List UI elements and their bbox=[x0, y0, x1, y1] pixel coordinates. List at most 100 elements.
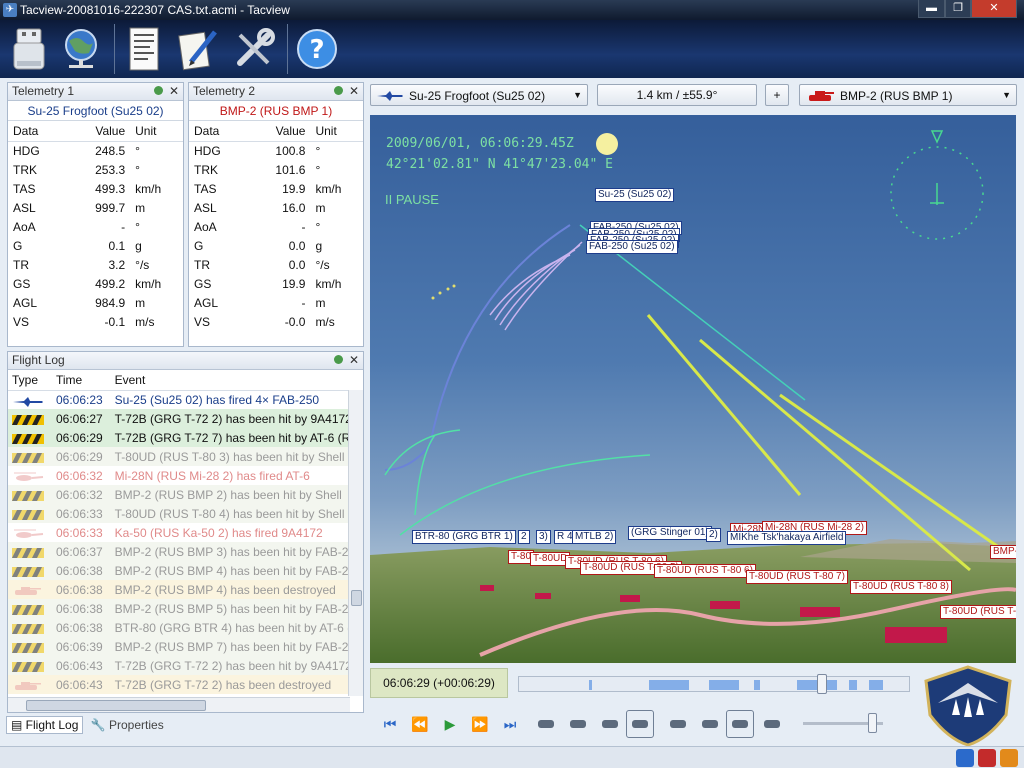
tray-icon[interactable] bbox=[956, 749, 974, 767]
log-row[interactable]: 06:06:32 BMP-2 (RUS BMP 2) has been hit b… bbox=[8, 485, 363, 504]
log-row[interactable]: 06:06:37 BMP-2 (RUS BMP 3) has been hit b… bbox=[8, 542, 363, 561]
log-row[interactable]: 06:06:29 T-72B (GRG T-72 7) has been hit … bbox=[8, 428, 363, 447]
log-row[interactable]: 06:06:39 BMP-2 (RUS BMP 7) has been hit b… bbox=[8, 637, 363, 656]
object-label[interactable]: BMP- bbox=[990, 545, 1016, 559]
object-2-dropdown[interactable]: BMP-2 (RUS BMP 1) ▼ bbox=[799, 84, 1017, 106]
aircraft-filter-icon[interactable] bbox=[726, 710, 754, 738]
telemetry-value: - bbox=[301, 295, 306, 310]
tab-flight-log[interactable]: ▤ Flight Log bbox=[6, 716, 84, 734]
skip-end-icon[interactable]: ⏭ bbox=[496, 710, 524, 738]
column-header[interactable]: Value bbox=[61, 121, 131, 142]
telemetry-row: G 0.1 g bbox=[8, 236, 183, 255]
pin-icon[interactable] bbox=[334, 86, 343, 95]
column-header[interactable]: Data bbox=[8, 121, 62, 142]
close-icon[interactable]: ✕ bbox=[169, 83, 179, 100]
telemetry-value: -0.0 bbox=[284, 314, 306, 329]
log-time: 06:06:29 bbox=[55, 449, 103, 464]
chevron-down-icon: ▼ bbox=[573, 90, 582, 100]
object-label[interactable]: MTLB 2) bbox=[572, 530, 617, 544]
column-header[interactable]: Type bbox=[8, 370, 52, 391]
tank-filter-icon[interactable] bbox=[758, 710, 786, 738]
play-icon[interactable]: ▶ bbox=[436, 710, 464, 738]
object-label[interactable]: 2 bbox=[518, 530, 530, 544]
tray-icon[interactable] bbox=[1000, 749, 1018, 767]
log-row[interactable]: 06:06:38 BTR-80 (GRG BTR 4) has been hit … bbox=[8, 618, 363, 637]
telemetry-field: GS bbox=[194, 276, 212, 291]
minimize-button[interactable]: ▬ bbox=[918, 0, 945, 18]
log-row[interactable]: 06:06:38 BMP-2 (RUS BMP 4) has been destr… bbox=[8, 580, 363, 599]
vertical-scrollbar[interactable] bbox=[348, 390, 363, 696]
notepad-pen-icon[interactable] bbox=[175, 25, 223, 73]
binoculars-view-icon[interactable] bbox=[626, 710, 654, 738]
telemetry-field: AoA bbox=[194, 219, 217, 234]
close-icon[interactable]: ✕ bbox=[349, 352, 359, 369]
tab-properties[interactable]: 🔧 Properties bbox=[87, 717, 168, 733]
flight-log-table: Type Time Event 06:06:23 Su-25 (Su25 02) ha… bbox=[8, 370, 363, 694]
pin-icon[interactable] bbox=[334, 355, 343, 364]
timeline-thumb[interactable] bbox=[816, 674, 827, 694]
column-header[interactable]: Time bbox=[51, 370, 111, 391]
missile-filter-icon[interactable] bbox=[696, 710, 724, 738]
horizontal-scrollbar[interactable] bbox=[8, 697, 350, 712]
scrollbar-thumb[interactable] bbox=[351, 590, 362, 606]
timeline-track[interactable] bbox=[518, 674, 910, 694]
aircraft-view-icon[interactable] bbox=[564, 710, 592, 738]
cockpit-view-icon[interactable] bbox=[532, 710, 560, 738]
column-header[interactable]: Unit bbox=[310, 121, 363, 142]
column-header[interactable]: Data bbox=[189, 121, 243, 142]
close-icon[interactable]: ✕ bbox=[349, 83, 359, 100]
telemetry-value: 16.0 bbox=[282, 200, 306, 215]
object-1-dropdown[interactable]: Su-25 Frogfoot (Su25 02) ▼ bbox=[370, 84, 588, 106]
maximize-button[interactable]: ❐ bbox=[945, 0, 971, 18]
log-row[interactable]: 06:06:38 BMP-2 (RUS BMP 5) has been hit b… bbox=[8, 599, 363, 618]
zoom-slider-thumb[interactable] bbox=[868, 713, 878, 733]
object-label[interactable]: MIKhe Tsk'hakaya Airfield bbox=[727, 531, 847, 545]
tray-icon[interactable] bbox=[978, 749, 996, 767]
log-row[interactable]: 06:06:33 T-80UD (RUS T-80 4) has been hit… bbox=[8, 504, 363, 523]
object-label[interactable]: Su-25 (Su25 02) bbox=[595, 188, 675, 202]
globe-network-icon[interactable] bbox=[57, 25, 105, 73]
add-object-button[interactable]: + bbox=[765, 84, 789, 106]
column-header[interactable]: Value bbox=[242, 121, 311, 142]
rewind-icon[interactable]: ⏪ bbox=[406, 710, 434, 738]
scrollbar-thumb[interactable] bbox=[26, 700, 206, 711]
log-row[interactable]: 06:06:33 Ka-50 (RUS Ka-50 2) has fired 9A… bbox=[8, 523, 363, 542]
object-label[interactable]: T-80UD (RUS T-80 8) bbox=[850, 580, 952, 594]
help-icon[interactable]: ? bbox=[293, 25, 341, 73]
object-label[interactable]: 2) bbox=[706, 528, 721, 542]
log-row[interactable]: 06:06:43 T-72B (GRG T-72 2) has been dest… bbox=[8, 675, 363, 694]
log-row[interactable]: 06:06:43 T-72B (GRG T-72 2) has been hit … bbox=[8, 656, 363, 675]
object-label[interactable]: T-80UD (RUS T-80 7) bbox=[746, 570, 848, 584]
skip-start-icon[interactable]: ⏮ bbox=[376, 710, 404, 738]
log-row[interactable]: 06:06:23 Su-25 (Su25 02) has fired 4× FAB… bbox=[8, 390, 363, 409]
title-bar: ✈ Tacview-20081016-222307 CAS.txt.acmi -… bbox=[0, 0, 1024, 20]
usb-drive-icon[interactable] bbox=[5, 25, 53, 73]
pin-icon[interactable] bbox=[154, 86, 163, 95]
log-row[interactable]: 06:06:32 Mi-28N (RUS Mi-28 2) has fired A… bbox=[8, 466, 363, 485]
helicopter-filter-icon[interactable] bbox=[664, 710, 692, 738]
telemetry-field: G bbox=[194, 238, 204, 253]
globe-view-icon[interactable] bbox=[596, 710, 624, 738]
object-label[interactable]: 3) bbox=[536, 530, 551, 544]
zoom-slider[interactable] bbox=[803, 713, 883, 733]
log-row[interactable]: 06:06:29 T-80UD (RUS T-80 3) has been hit… bbox=[8, 447, 363, 466]
compass-icon bbox=[890, 130, 984, 240]
3d-viewport[interactable]: 2009/06/01, 06:06:29.45Z 42°21'02.81" N … bbox=[370, 115, 1016, 663]
object-label[interactable]: FAB-250 (Su25 02) bbox=[586, 240, 678, 254]
object-label[interactable]: T-80UD (RUS T-8 bbox=[940, 605, 1016, 619]
log-row[interactable]: 06:06:27 T-72B (GRG T-72 2) has been hit … bbox=[8, 409, 363, 428]
object-label[interactable]: BTR-80 (GRG BTR 1) bbox=[412, 530, 516, 544]
telemetry-field: AGL bbox=[194, 295, 219, 310]
object-label[interactable]: T-80UD (RUS T-80 6) bbox=[654, 564, 756, 578]
column-header[interactable]: Event bbox=[110, 370, 363, 391]
fast-forward-icon[interactable]: ⏩ bbox=[466, 710, 494, 738]
tools-wrench-icon[interactable] bbox=[230, 25, 278, 73]
telemetry-field: TR bbox=[194, 257, 210, 272]
telemetry-field: G bbox=[13, 238, 23, 253]
close-button[interactable]: ✕ bbox=[971, 0, 1017, 18]
column-header[interactable]: Unit bbox=[130, 121, 183, 142]
document-icon[interactable] bbox=[120, 25, 168, 73]
log-row[interactable]: 06:06:38 BMP-2 (RUS BMP 4) has been hit b… bbox=[8, 561, 363, 580]
log-event: T-80UD (RUS T-80 4) has been hit by Shel… bbox=[114, 506, 345, 521]
object-label[interactable]: (GRG Stinger 01) bbox=[628, 526, 712, 540]
